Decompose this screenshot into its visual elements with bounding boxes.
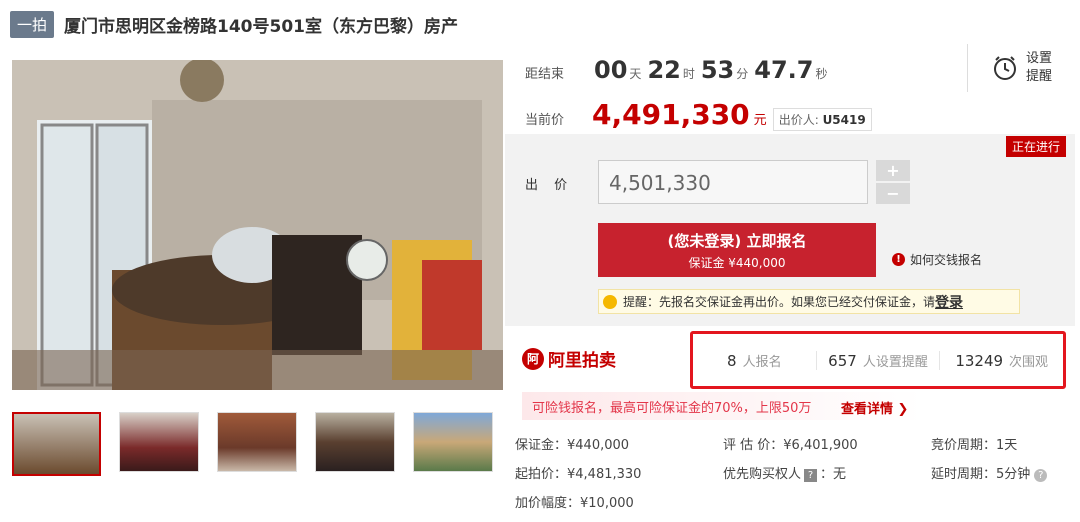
priority-value: ：无 (820, 467, 847, 482)
room-photo-illustration (12, 60, 503, 390)
current-price: 4,491,330 (592, 98, 750, 131)
bidder-label: 出价人: (778, 113, 819, 127)
view-count: 13249 (955, 351, 1004, 370)
auction-stats: 8 人报名 657 人设置提醒 13249 次围观 (690, 331, 1066, 389)
countdown-seconds: 47.7 (754, 56, 814, 84)
signup-count-label: 人报名 (742, 354, 782, 370)
increment-info: 加价幅度：¥10,000 (515, 496, 634, 511)
tip-text: 提醒：先报名交保证金再出价。如果您已经交付保证金，请 (623, 295, 936, 309)
thumbnail-3[interactable] (217, 412, 297, 472)
info-icon: ! (892, 253, 905, 266)
price-unit: 元 (753, 113, 767, 128)
loan-text: 可险钱报名，最高可险保证金的70%，上限50万 (532, 400, 812, 416)
hours-unit: 时 (682, 67, 695, 81)
reminder-count-label: 人设置提醒 (862, 354, 928, 370)
current-price-label: 当前价 (525, 113, 565, 128)
how-to-pay-label: 如何交钱报名 (910, 253, 983, 267)
start-price-info: 起拍价：¥4,481,330 (515, 467, 642, 482)
signup-count: 8 (727, 351, 737, 370)
alarm-clock-icon (994, 56, 1016, 80)
help-icon[interactable]: ? (1034, 469, 1048, 482)
countdown-minutes: 53 (700, 56, 735, 84)
thumbnail-4[interactable] (315, 412, 395, 472)
status-badge: 正在进行 (1006, 136, 1067, 157)
priority-label: 优先购买权人 (723, 467, 802, 482)
lightbulb-icon (603, 294, 617, 309)
main-property-photo[interactable] (12, 60, 503, 390)
delay-value: 延时周期：5分钟 (931, 467, 1031, 482)
current-bidder: 出价人: U5419 (772, 108, 872, 131)
thumbnail-strip (12, 412, 493, 476)
login-tip: 提醒：先报名交保证金再出价。如果您已经交付保证金，请 登录 (598, 289, 1020, 314)
seconds-unit: 秒 (815, 67, 828, 81)
decrease-bid-button[interactable]: − (876, 183, 910, 204)
stat-reminders: 657 人设置提醒 (817, 350, 941, 370)
ali-auction-logo: 阿 阿里拍卖 (522, 346, 616, 371)
appraisal-info: 评 估 价：¥6,401,900 (723, 438, 858, 453)
countdown-days: 00 (594, 56, 628, 84)
priority-buyer-info: 优先购买权人? ：无 (723, 463, 846, 482)
signup-main-label: (您未登录) 立即报名 (667, 231, 807, 250)
reminder-count: 657 (828, 351, 857, 370)
days-unit: 天 (629, 67, 642, 81)
set-reminder-button[interactable]: 设置 提醒 (967, 44, 1078, 92)
minutes-unit: 分 (736, 67, 749, 81)
bid-amount-input[interactable]: 4,501,330 (598, 160, 868, 204)
loan-details-link[interactable]: 查看详情 ❯ (841, 398, 908, 417)
reminder-label-line1: 设置 (1026, 51, 1053, 66)
stat-signups: 8 人报名 (693, 350, 817, 370)
question-badge-icon[interactable]: ? (804, 469, 818, 482)
logo-text: 阿里拍卖 (548, 351, 616, 371)
thumbnail-2[interactable] (119, 412, 199, 472)
auction-round-badge: 一拍 (10, 10, 55, 38)
bid-stepper: + − (876, 160, 910, 206)
signup-deposit-label: 保证金 ¥440,000 (688, 255, 786, 270)
countdown-hours: 22 (647, 56, 681, 84)
bidder-id: U5419 (822, 113, 866, 127)
login-link[interactable]: 登录 (935, 292, 963, 312)
current-price-row: 当前价 4,491,330 元 出价人: U5419 (525, 98, 872, 131)
bidding-cycle-info: 竞价周期：1天 (931, 438, 1018, 453)
stat-views: 13249 次围观 (940, 351, 1063, 370)
bid-label: 出 价 (525, 178, 574, 193)
delay-cycle-info: 延时周期：5分钟? (931, 463, 1048, 482)
reminder-label-line2: 提醒 (1026, 69, 1053, 84)
view-count-label: 次围观 (1009, 354, 1049, 370)
countdown-label: 距结束 (525, 67, 565, 82)
how-to-pay-link[interactable]: ! 如何交钱报名 (892, 251, 982, 268)
deposit-info: 保证金：¥440,000 (515, 438, 630, 453)
title-row: 一拍 厦门市思明区金榜路140号501室（东方巴黎）房产 (10, 8, 458, 40)
countdown-row: 距结束 00 天 22 时 53 分 47.7 秒 (525, 56, 828, 84)
signup-button[interactable]: (您未登录) 立即报名 保证金 ¥440,000 (598, 223, 876, 277)
ali-logo-icon: 阿 (522, 347, 544, 370)
thumbnail-5[interactable] (413, 412, 493, 472)
page-title: 厦门市思明区金榜路140号501室（东方巴黎）房产 (64, 16, 458, 37)
thumbnail-1[interactable] (12, 412, 101, 476)
increase-bid-button[interactable]: + (876, 160, 910, 181)
reminder-label: 设置 提醒 (1026, 50, 1054, 86)
